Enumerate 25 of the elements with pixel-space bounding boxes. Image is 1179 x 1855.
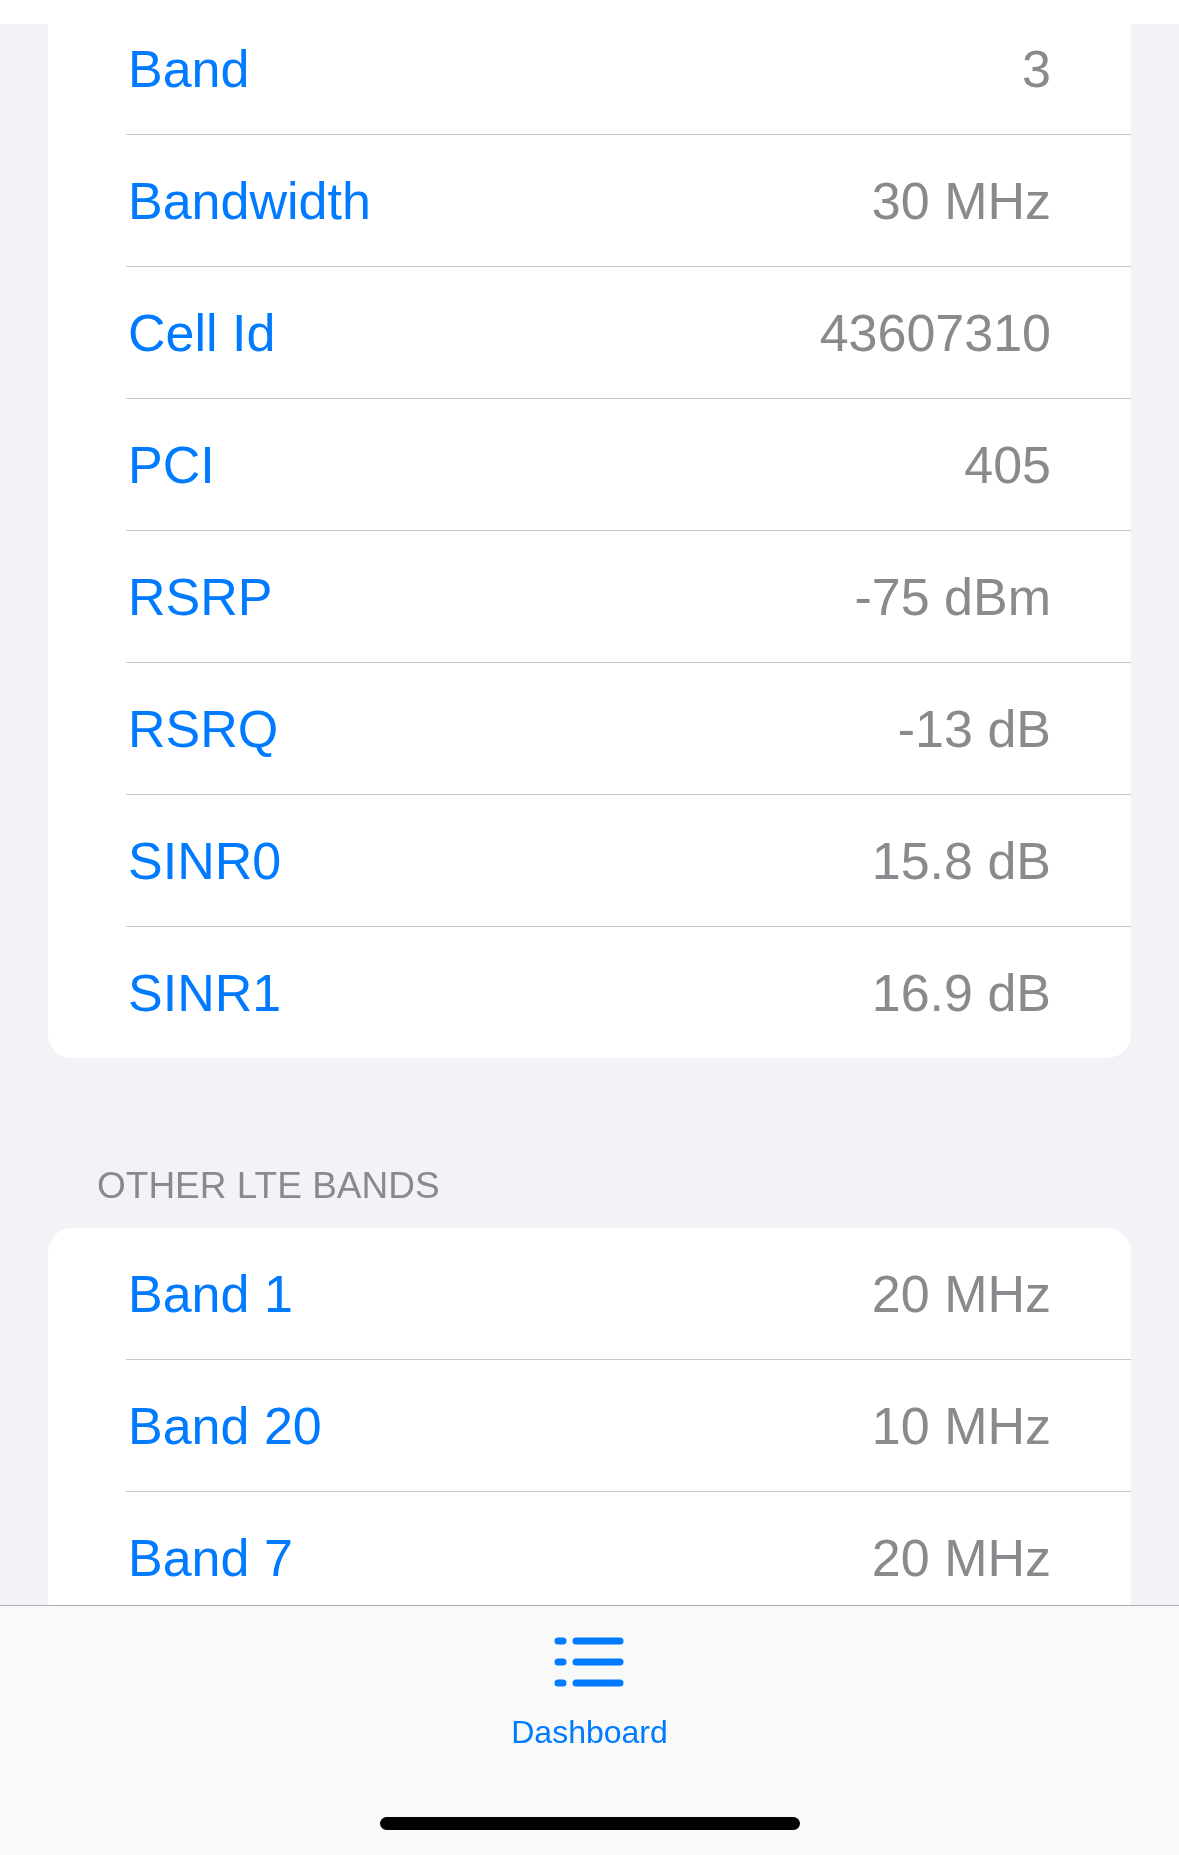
row-value: -75 dBm [854,566,1051,628]
row-value: 30 MHz [871,170,1051,232]
row-value: 3 [1022,38,1051,100]
row-label: Band 1 [128,1263,293,1325]
list-icon [554,1637,625,1687]
row-value: 20 MHz [871,1263,1051,1325]
row-value: 16.9 dB [871,962,1051,1024]
row-label: Band 7 [128,1527,293,1589]
row-value: 20 MHz [871,1527,1051,1589]
tab-bar-item[interactable]: Dashboard [511,1637,668,1751]
row-label: Band [128,38,250,100]
row-label: RSRQ [128,698,279,760]
row-label: Cell Id [128,302,276,364]
row-value: 43607310 [819,302,1051,364]
row-label: PCI [128,434,215,496]
row-label: RSRP [128,566,273,628]
row-value: -13 dB [897,698,1051,760]
row-value: 405 [964,434,1051,496]
row-label: SINR0 [128,830,282,892]
row-value: 10 MHz [871,1395,1051,1457]
row-label: SINR1 [128,962,282,1024]
row-value: 15.8 dB [871,830,1051,892]
row-label: Bandwidth [128,170,371,232]
row-label: Band 20 [128,1395,322,1457]
section-header: OTHER LTE BANDS [96,1164,441,1208]
